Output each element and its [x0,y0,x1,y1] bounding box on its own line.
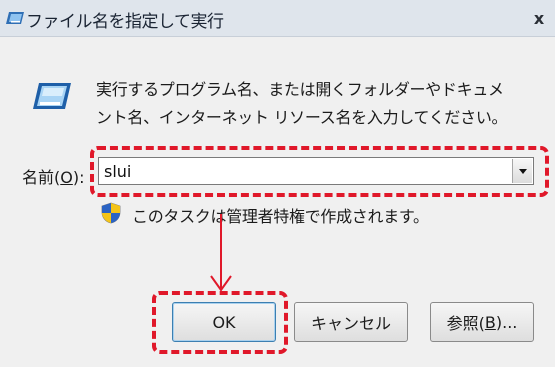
close-icon[interactable]: x [534,9,544,28]
browse-button[interactable]: 参照(B)... [430,302,534,342]
browse-label-prefix: 参照( [446,314,485,333]
run-dialog: ファイル名を指定して実行 x 実行するプログラム名、または開くフォルダーやドキュ… [0,0,555,367]
run-description: 実行するプログラム名、または開くフォルダーやドキュメ ント名、インターネット リ… [96,76,541,132]
browse-label-suffix: )... [495,312,518,332]
description-line-1: 実行するプログラム名、または開くフォルダーやドキュメ [96,80,504,99]
description-line-2: ント名、インターネット リソース名を入力してください。 [96,108,508,127]
admin-note: このタスクは管理者特権で作成されます。 [132,207,429,226]
cancel-button[interactable]: キャンセル [294,302,408,342]
name-label-prefix: 名前( [22,168,61,187]
browse-label-accesskey: B [484,312,496,332]
highlight-ok-button [152,291,288,354]
close-button[interactable]: x [525,5,553,31]
window-title: ファイル名を指定して実行 [26,12,224,32]
name-label-suffix: ): [72,168,85,187]
title-bar[interactable]: ファイル名を指定して実行 x [0,0,555,37]
name-label-accesskey: O [60,168,73,187]
uac-shield-icon [101,202,121,224]
highlight-name-field [90,146,549,197]
name-label: 名前(O): [22,164,84,188]
run-icon [6,12,24,24]
arrow-indicator [210,214,232,292]
run-icon [33,83,71,109]
